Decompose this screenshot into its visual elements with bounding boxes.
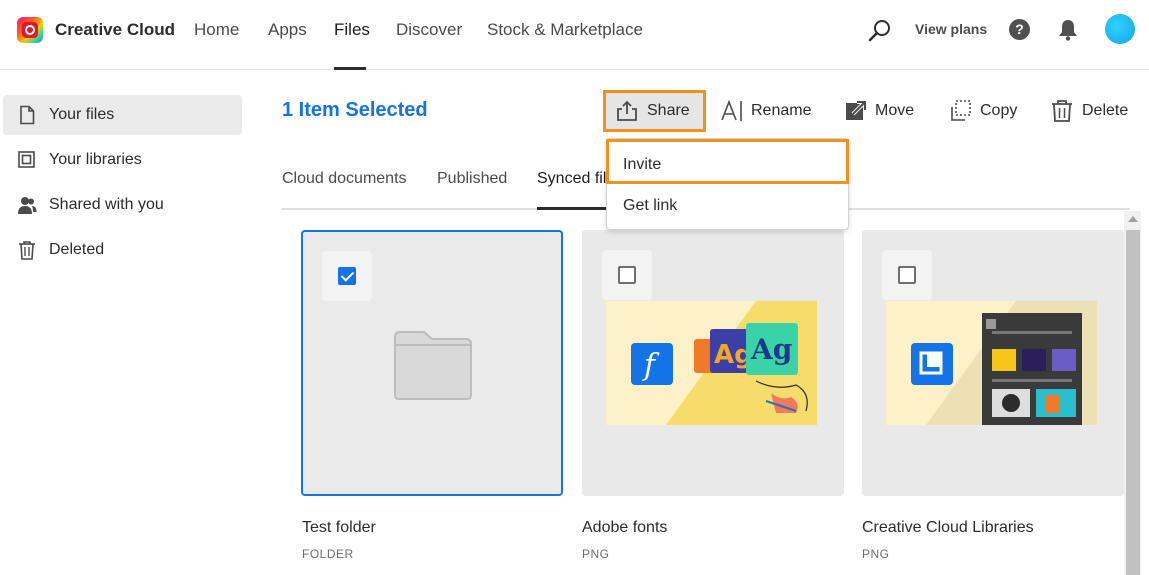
svg-text:Ag: Ag [750, 333, 792, 366]
card-checkbox-container[interactable] [602, 250, 652, 300]
tab-active-indicator [537, 207, 609, 210]
nav-active-indicator [334, 67, 366, 70]
cc-libraries-thumbnail [886, 301, 1097, 425]
menu-item-get-link[interactable]: Get link [607, 186, 848, 226]
card-checkbox-container[interactable] [322, 251, 372, 301]
copy-button[interactable]: Copy [949, 90, 1021, 132]
help-icon[interactable]: ? [1009, 19, 1030, 40]
share-icon [617, 100, 637, 121]
file-icon [20, 105, 35, 125]
card-name-adobe-fonts[interactable]: Adobe fonts [582, 519, 667, 537]
scroll-up-arrow-icon[interactable] [1128, 216, 1138, 222]
view-plans-link[interactable]: View plans [915, 21, 987, 37]
adobe-fonts-thumbnail: f Ag Ag [606, 301, 817, 425]
copy-label: Copy [980, 102, 1018, 119]
share-button[interactable]: Share [603, 90, 706, 132]
folder-icon [394, 331, 472, 400]
card-checkbox[interactable] [898, 266, 916, 284]
file-card-adobe-fonts[interactable]: f Ag Ag [582, 230, 844, 496]
user-avatar[interactable] [1105, 14, 1135, 44]
share-dropdown-menu: Invite Get link [606, 138, 849, 230]
creative-cloud-logo-icon[interactable] [17, 17, 43, 43]
selection-count-title: 1 Item Selected [282, 99, 428, 121]
delete-button[interactable]: Delete [1050, 90, 1132, 132]
move-button[interactable]: Move [844, 90, 919, 132]
sidebar-item-label: Deleted [49, 241, 105, 258]
search-icon[interactable] [868, 18, 892, 42]
sidebar-item-your-files[interactable]: Your files [3, 95, 242, 135]
file-card-creative-cloud-libraries[interactable] [862, 230, 1124, 496]
share-label: Share [647, 102, 690, 119]
card-type-test-folder: FOLDER [302, 547, 354, 561]
libraries-icon [18, 151, 35, 168]
card-checkbox[interactable] [618, 266, 636, 284]
nav-stock-marketplace[interactable]: Stock & Marketplace [487, 20, 643, 40]
sidebar-item-your-libraries[interactable]: Your libraries [3, 140, 242, 180]
tab-cloud-documents[interactable]: Cloud documents [282, 170, 407, 188]
sidebar-item-label: Shared with you [49, 196, 164, 213]
file-card-test-folder[interactable] [301, 230, 563, 496]
sidebar-item-label: Your libraries [49, 151, 142, 168]
brand-name[interactable]: Creative Cloud [55, 20, 175, 40]
menu-item-invite[interactable]: Invite [606, 139, 849, 184]
card-type-cc-libraries: PNG [862, 547, 890, 561]
tab-published[interactable]: Published [437, 170, 507, 188]
trash-icon [19, 241, 35, 260]
copy-icon [951, 100, 971, 121]
card-checkbox-container[interactable] [882, 250, 932, 300]
notifications-bell-icon[interactable] [1058, 19, 1078, 41]
scrollbar-thumb[interactable] [1126, 230, 1140, 575]
card-type-adobe-fonts: PNG [582, 547, 610, 561]
card-checkbox[interactable] [338, 267, 356, 285]
menu-item-label: Invite [623, 156, 662, 173]
sidebar-item-deleted[interactable]: Deleted [3, 230, 242, 270]
card-name-test-folder[interactable]: Test folder [302, 519, 376, 537]
sidebar-item-shared-with-you[interactable]: Shared with you [3, 185, 242, 225]
card-name-cc-libraries[interactable]: Creative Cloud Libraries [862, 519, 1034, 537]
nav-discover[interactable]: Discover [396, 20, 462, 40]
top-navigation-bar: Creative Cloud Home Apps Files Discover … [0, 0, 1149, 70]
delete-label: Delete [1082, 102, 1129, 119]
move-icon [846, 100, 867, 120]
sidebar-item-label: Your files [49, 106, 115, 123]
rename-button[interactable]: Rename [720, 90, 815, 132]
menu-item-label: Get link [623, 197, 678, 214]
nav-apps[interactable]: Apps [268, 20, 307, 40]
move-label: Move [875, 102, 915, 119]
people-icon [18, 197, 37, 214]
rename-label: Rename [751, 102, 812, 119]
trash-icon [1052, 100, 1072, 122]
nav-files[interactable]: Files [334, 20, 370, 40]
rename-icon [721, 99, 742, 121]
nav-home[interactable]: Home [194, 20, 239, 40]
